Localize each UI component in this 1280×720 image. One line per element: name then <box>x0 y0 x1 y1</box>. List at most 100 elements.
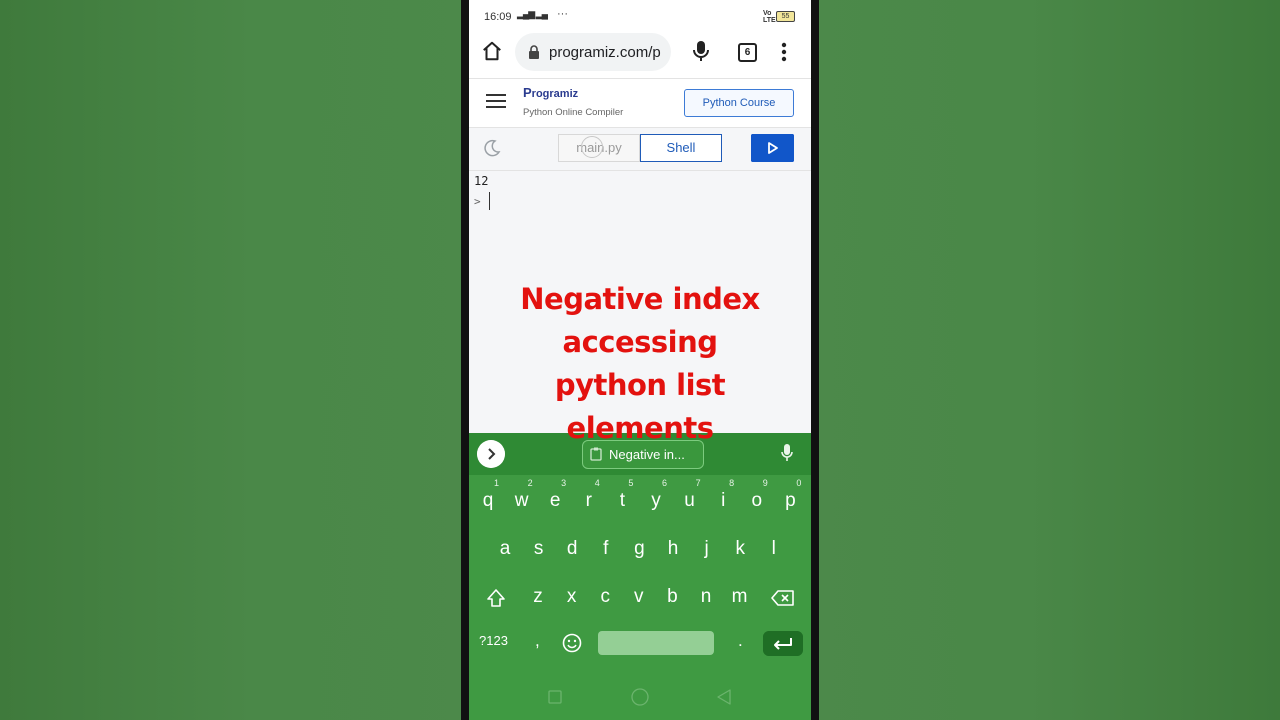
home-nav-icon[interactable] <box>631 688 649 706</box>
key-f[interactable]: f <box>591 529 621 569</box>
key-label: w <box>514 490 529 511</box>
key-k[interactable]: k <box>725 529 755 569</box>
hamburger-menu-icon[interactable] <box>486 93 506 109</box>
home-icon[interactable] <box>481 40 503 62</box>
key-label: f <box>603 538 609 559</box>
key-label: m <box>731 586 748 607</box>
battery-icon: 55 <box>776 11 795 22</box>
key-label: q <box>482 490 494 511</box>
shell-output-line: 12 <box>474 174 489 188</box>
key-label: l <box>771 538 776 559</box>
key-label: k <box>735 538 745 559</box>
symbols-key[interactable]: ?123 <box>479 633 508 648</box>
period-key[interactable]: . <box>738 631 743 651</box>
comma-key[interactable]: , <box>535 631 540 651</box>
site-subtitle: Python Online Compiler <box>523 107 624 118</box>
key-g[interactable]: g <box>624 529 654 569</box>
key-hint: 1 <box>493 478 499 488</box>
key-label: d <box>566 538 578 559</box>
key-label: j <box>704 538 709 559</box>
touch-indicator <box>581 136 603 158</box>
key-label: a <box>499 538 511 559</box>
space-key[interactable] <box>598 631 714 655</box>
back-nav-icon[interactable] <box>716 689 732 705</box>
editor-toolbar: main.py Shell <box>469 128 811 171</box>
key-hint: 8 <box>729 478 735 488</box>
key-hint: 7 <box>695 478 701 488</box>
run-button[interactable] <box>751 134 794 162</box>
url-bar[interactable]: programiz.com/p <box>515 33 671 71</box>
key-a[interactable]: a <box>490 529 520 569</box>
programiz-logo[interactable]: Programiz <box>523 85 578 100</box>
key-b[interactable]: b <box>657 577 687 617</box>
key-label: c <box>600 586 610 607</box>
enter-key-icon[interactable] <box>763 631 803 656</box>
key-v[interactable]: v <box>624 577 654 617</box>
key-s[interactable]: s <box>524 529 554 569</box>
signal-icon: ▂▄▆ ▂▄ <box>517 9 548 19</box>
key-w[interactable]: w2 <box>507 478 537 521</box>
keyboard-row-3: z x c v b nm <box>469 577 811 621</box>
key-u[interactable]: u7 <box>675 478 705 521</box>
soft-keyboard: Negative in... q1w2e3r4t5y6u7i8o9p0 asdf… <box>469 433 811 720</box>
key-p[interactable]: p0 <box>775 478 805 521</box>
phone-screen: 16:09 ▂▄▆ ▂▄ ··· Vo LTE 55 programiz.com/… <box>469 0 811 720</box>
overlay-line-4: elements <box>566 411 714 445</box>
key-label: x <box>566 586 577 607</box>
backspace-key-icon[interactable] <box>771 589 795 607</box>
key-hint: 0 <box>796 478 802 488</box>
mic-icon[interactable] <box>691 40 711 62</box>
video-title-overlay: Negative index accessing python list ele… <box>469 278 811 450</box>
key-hint: 4 <box>594 478 600 488</box>
key-t[interactable]: t5 <box>607 478 637 521</box>
key-label: i <box>721 490 726 511</box>
key-x[interactable]: x <box>557 577 587 617</box>
tabs-count-button[interactable]: 6 <box>738 43 757 62</box>
key-j[interactable]: j <box>692 529 722 569</box>
key-label: u <box>684 490 695 511</box>
key-r[interactable]: r4 <box>574 478 604 521</box>
dark-mode-toggle-icon[interactable] <box>483 139 501 157</box>
tab-shell[interactable]: Shell <box>640 134 722 162</box>
python-course-button[interactable]: Python Course <box>684 89 794 117</box>
volte-icon: Vo LTE <box>763 10 776 24</box>
key-hint: 9 <box>762 478 768 488</box>
key-hint: 3 <box>561 478 567 488</box>
key-o[interactable]: o9 <box>742 478 772 521</box>
more-notifications-icon: ··· <box>557 8 568 20</box>
key-d[interactable]: d <box>557 529 587 569</box>
key-y[interactable]: y6 <box>641 478 671 521</box>
system-nav-bar <box>469 680 811 720</box>
url-text: programiz.com/p <box>549 44 661 61</box>
lock-icon <box>529 45 539 59</box>
key-m[interactable]: m <box>725 577 755 617</box>
key-label: n <box>700 586 712 607</box>
browser-toolbar: programiz.com/p 6 <box>469 30 811 79</box>
shift-key-icon[interactable] <box>485 587 507 609</box>
key-label: g <box>634 538 645 559</box>
key-label: h <box>667 538 679 559</box>
key-label: v <box>634 586 644 607</box>
key-i[interactable]: i8 <box>708 478 738 521</box>
key-label: b <box>667 586 678 607</box>
emoji-key-icon[interactable] <box>562 633 582 653</box>
key-z[interactable]: z <box>523 577 553 617</box>
key-q[interactable]: q1 <box>473 478 503 521</box>
keyboard-row-4: ?123 , . <box>469 625 811 669</box>
key-label: e <box>549 490 561 511</box>
key-e[interactable]: e3 <box>540 478 570 521</box>
overflow-menu-icon[interactable] <box>781 42 787 62</box>
tab-main-py[interactable]: main.py <box>558 134 640 162</box>
status-bar: 16:09 ▂▄▆ ▂▄ ··· Vo LTE 55 <box>469 0 811 30</box>
key-l[interactable]: l <box>759 529 789 569</box>
key-label: y <box>651 490 661 511</box>
keyboard-row-1: q1w2e3r4t5y6u7i8o9p0 <box>469 478 811 525</box>
overlay-line-1: Negative index <box>520 282 760 316</box>
key-label: z <box>533 586 543 607</box>
status-time: 16:09 <box>484 11 512 23</box>
key-h[interactable]: h <box>658 529 688 569</box>
key-n[interactable]: n <box>691 577 721 617</box>
key-c[interactable]: c <box>590 577 620 617</box>
key-label: s <box>533 538 544 559</box>
recents-nav-icon[interactable] <box>548 690 562 704</box>
